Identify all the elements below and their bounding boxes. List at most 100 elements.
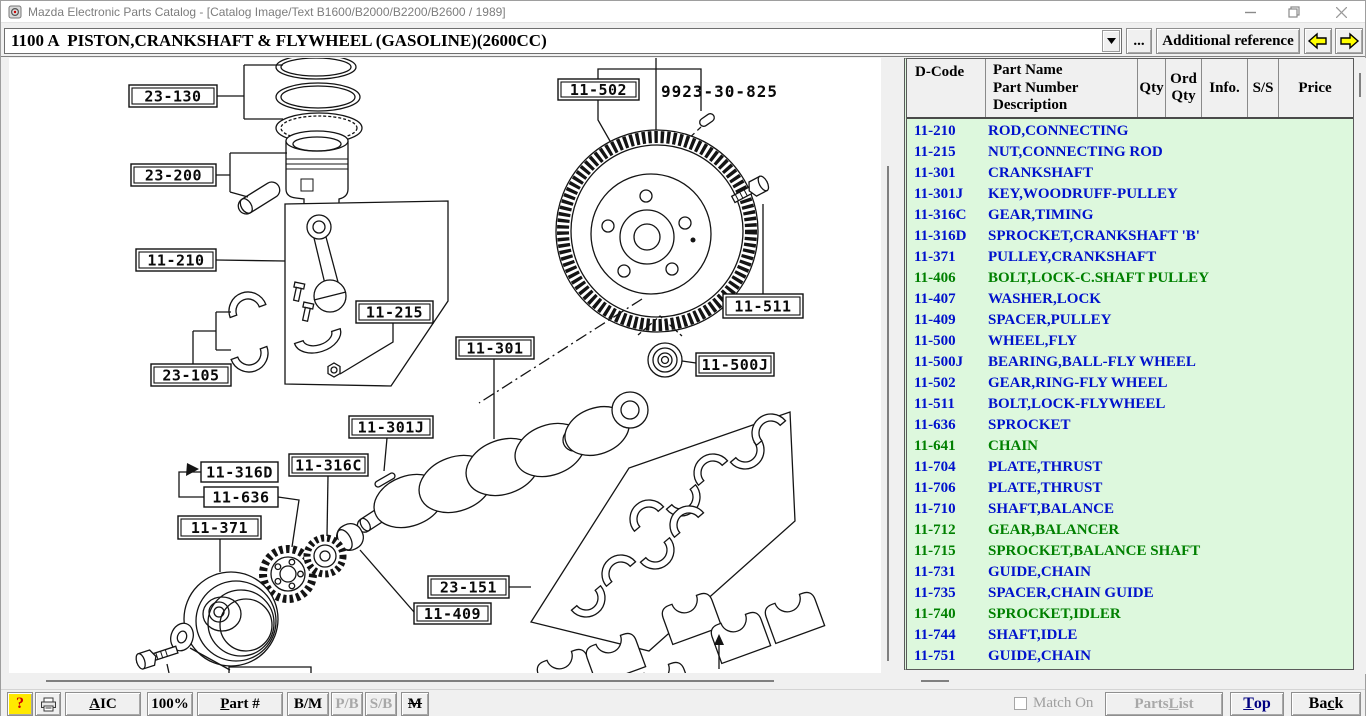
table-vertical-scrollbar[interactable] bbox=[1354, 58, 1366, 674]
table-row[interactable]: 11-500 WHEEL,FLY bbox=[907, 331, 1353, 352]
table-row[interactable]: 11-371 PULLEY,CRANKSHAFT bbox=[907, 247, 1353, 268]
close-button[interactable] bbox=[1319, 1, 1363, 23]
aic-button[interactable]: A IC bbox=[65, 692, 141, 716]
part-dcode: 11-751 bbox=[914, 648, 956, 664]
diagram-horizontal-scrollbar[interactable] bbox=[9, 675, 895, 688]
header-part-name: Part Name Part Number Description bbox=[985, 59, 1137, 117]
table-row[interactable]: 11-210 ROD,CONNECTING bbox=[907, 121, 1353, 142]
part-dcode: 11-215 bbox=[914, 144, 956, 160]
diagram-callout[interactable]: 11-500J bbox=[702, 356, 769, 374]
table-row[interactable]: 11-407 WASHER,LOCK bbox=[907, 289, 1353, 310]
table-row[interactable]: 11-301J KEY,WOODRUFF-PULLEY bbox=[907, 184, 1353, 205]
diagram-callout[interactable]: 11-316D bbox=[206, 464, 273, 482]
part-dcode: 11-210 bbox=[914, 123, 956, 139]
pb-button[interactable]: P/B bbox=[331, 692, 363, 716]
part-name: GUIDE,CHAIN bbox=[988, 564, 1091, 580]
bm-button[interactable]: B/M bbox=[287, 692, 329, 716]
part-dcode: 11-710 bbox=[914, 501, 956, 517]
diagram-vertical-scrollbar[interactable] bbox=[881, 58, 895, 674]
catalog-toolbar: 1100 A PISTON,CRANKSHAFT & FLYWHEEL (GAS… bbox=[1, 23, 1365, 57]
table-row[interactable]: 11-511 BOLT,LOCK-FLYWHEEL bbox=[907, 394, 1353, 415]
table-row[interactable]: 11-710 SHAFT,BALANCE bbox=[907, 499, 1353, 520]
diagram-callout[interactable]: 23-151 bbox=[440, 579, 497, 597]
diagram-callout[interactable]: 11-636 bbox=[212, 489, 269, 507]
table-vscroll-thumb[interactable] bbox=[1359, 73, 1361, 97]
part-name: BOLT,LOCK-FLYWHEEL bbox=[988, 396, 1166, 412]
diagram-callout[interactable]: 9923-30-825 bbox=[661, 82, 778, 101]
header-price: Price bbox=[1278, 59, 1351, 117]
print-button[interactable] bbox=[35, 692, 61, 716]
sprockets-drawing bbox=[259, 534, 347, 603]
diagram-callout[interactable]: 23-105 bbox=[162, 367, 219, 385]
diagram-callout[interactable]: 11-210 bbox=[147, 252, 204, 270]
part-name: BOLT,LOCK-C.SHAFT PULLEY bbox=[988, 270, 1210, 286]
table-row[interactable]: 11-740 SPROCKET,IDLER bbox=[907, 604, 1353, 625]
table-row[interactable]: 11-502 GEAR,RING-FLY WHEEL bbox=[907, 373, 1353, 394]
table-row[interactable]: 11-641 CHAIN bbox=[907, 436, 1353, 457]
table-row[interactable]: 11-715 SPROCKET,BALANCE SHAFT bbox=[907, 541, 1353, 562]
part-name: CHAIN bbox=[988, 438, 1039, 454]
table-row[interactable]: 11-706 PLATE,THRUST bbox=[907, 478, 1353, 499]
sb-button[interactable]: S/B bbox=[365, 692, 397, 716]
table-row[interactable]: 11-215 NUT,CONNECTING ROD bbox=[907, 142, 1353, 163]
table-row[interactable]: 11-751 GUIDE,CHAIN bbox=[907, 646, 1353, 667]
part-dcode: 11-316C bbox=[914, 207, 967, 223]
part-dcode: 11-712 bbox=[914, 522, 956, 538]
table-row[interactable]: 11-744 SHAFT,IDLE bbox=[907, 625, 1353, 646]
diagram-callout[interactable]: 23-200 bbox=[145, 167, 202, 185]
additional-reference-button[interactable]: Additional reference bbox=[1156, 28, 1300, 54]
minimize-button[interactable] bbox=[1228, 1, 1272, 23]
diagram-callout[interactable]: 11-301J bbox=[358, 419, 425, 437]
section-combobox[interactable]: 1100 A PISTON,CRANKSHAFT & FLYWHEEL (GAS… bbox=[4, 28, 1122, 54]
diagram-callout[interactable]: 11-511 bbox=[734, 298, 791, 316]
more-button[interactable]: ... bbox=[1126, 28, 1152, 54]
table-row[interactable]: 11-731 GUIDE,CHAIN bbox=[907, 562, 1353, 583]
restore-icon bbox=[1288, 6, 1300, 18]
part-dcode: 11-500 bbox=[914, 333, 956, 349]
diagram-callout[interactable]: 11-301 bbox=[466, 340, 523, 358]
top-button[interactable]: Top bbox=[1230, 692, 1284, 716]
help-button[interactable]: ? bbox=[7, 692, 33, 716]
parts-table-body: 11-210 ROD,CONNECTING 11-215 NUT,CONNECTING… bbox=[907, 121, 1353, 669]
diagram-callout[interactable]: 11-502 bbox=[570, 81, 627, 99]
table-row[interactable]: 11-316D SPROCKET,CRANKSHAFT 'B' bbox=[907, 226, 1353, 247]
table-hscroll-thumb[interactable] bbox=[921, 680, 949, 682]
m-button[interactable]: M bbox=[401, 692, 429, 716]
table-row[interactable]: 11-704 PLATE,THRUST bbox=[907, 457, 1353, 478]
match-on-checkbox[interactable] bbox=[1014, 697, 1027, 710]
parts-list-button[interactable]: Parts List bbox=[1105, 692, 1223, 716]
previous-section-button[interactable] bbox=[1304, 28, 1332, 54]
part-name: SPROCKET,IDLER bbox=[988, 606, 1121, 622]
combobox-dropdown-button[interactable] bbox=[1102, 30, 1120, 52]
part-dcode: 11-735 bbox=[914, 585, 956, 601]
part-dcode: 11-706 bbox=[914, 480, 956, 496]
diagram-vscroll-thumb[interactable] bbox=[887, 166, 889, 661]
diagram-callout[interactable]: 11-316C bbox=[295, 457, 362, 475]
diagram-callout[interactable]: 11-215 bbox=[366, 304, 423, 322]
diagram-callout[interactable]: 11-371 bbox=[191, 519, 248, 537]
table-row[interactable]: 11-735 SPACER,CHAIN GUIDE bbox=[907, 583, 1353, 604]
table-row[interactable]: 11-500J BEARING,BALL-FLY WHEEL bbox=[907, 352, 1353, 373]
header-ss: S/S bbox=[1247, 59, 1278, 117]
diagram-callout[interactable]: 11-409 bbox=[424, 605, 481, 623]
arrow-left-icon bbox=[1307, 32, 1327, 50]
table-row[interactable]: 11-301 CRANKSHAFT bbox=[907, 163, 1353, 184]
table-horizontal-scrollbar[interactable] bbox=[904, 675, 1354, 688]
table-row[interactable]: 11-636 SPROCKET bbox=[907, 415, 1353, 436]
diagram-hscroll-thumb[interactable] bbox=[46, 680, 774, 682]
part-dcode: 11-301J bbox=[914, 186, 964, 202]
part-number-button[interactable]: Part # bbox=[197, 692, 283, 716]
table-row[interactable]: 11-316C GEAR,TIMING bbox=[907, 205, 1353, 226]
table-row[interactable]: 11-712 GEAR,BALANCER bbox=[907, 520, 1353, 541]
part-dcode: 11-406 bbox=[914, 270, 956, 286]
table-row[interactable]: 11-406 BOLT,LOCK-C.SHAFT PULLEY bbox=[907, 268, 1353, 289]
zoom-level-button[interactable]: 100% bbox=[147, 692, 193, 716]
part-name: CRANKSHAFT bbox=[988, 165, 1094, 181]
part-name: GEAR,TIMING bbox=[988, 207, 1094, 223]
table-row[interactable]: 11-409 SPACER,PULLEY bbox=[907, 310, 1353, 331]
part-dcode: 11-500J bbox=[914, 354, 964, 370]
restore-button[interactable] bbox=[1272, 1, 1316, 23]
diagram-callout[interactable]: 23-130 bbox=[144, 88, 201, 106]
next-section-button[interactable] bbox=[1335, 28, 1363, 54]
back-button[interactable]: Ba c k bbox=[1291, 692, 1361, 716]
